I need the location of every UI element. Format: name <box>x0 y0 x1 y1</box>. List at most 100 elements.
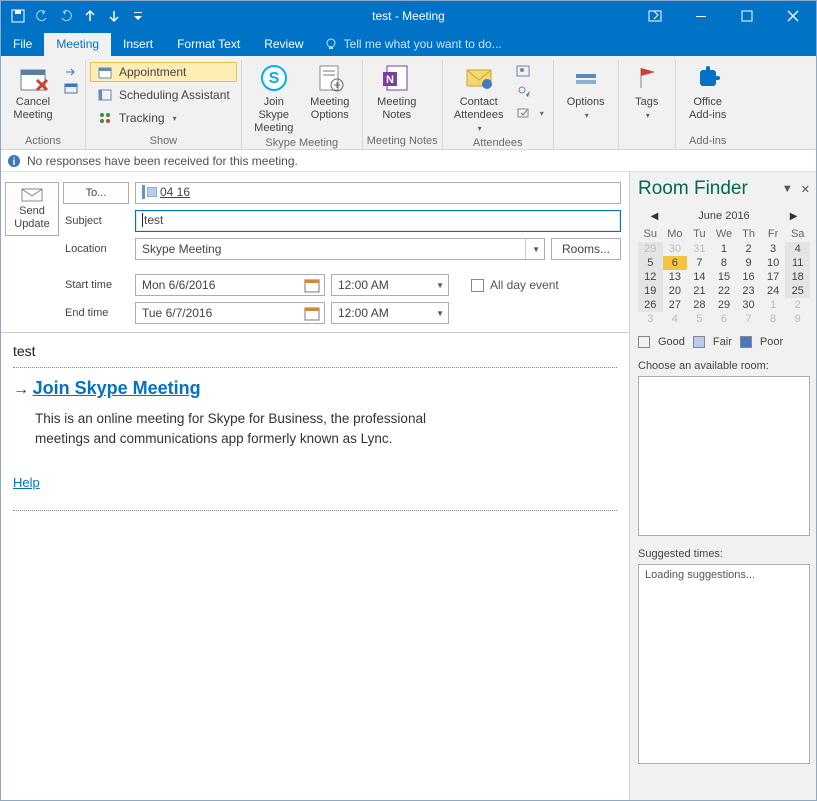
help-link[interactable]: Help <box>13 475 40 490</box>
calendar-day[interactable]: 6 <box>663 256 688 270</box>
calendar-day[interactable]: 3 <box>638 312 663 326</box>
tracking-button[interactable]: Tracking ▾ <box>90 108 237 128</box>
options-button[interactable]: Options ▾ <box>558 60 614 122</box>
next-month-icon[interactable]: ▶ <box>790 211 798 222</box>
tab-file[interactable]: File <box>1 33 44 56</box>
chevron-down-icon[interactable]: ▼ <box>436 309 444 318</box>
all-day-checkbox[interactable] <box>471 279 484 292</box>
calendar-day[interactable]: 21 <box>687 284 712 298</box>
calendar-day[interactable]: 12 <box>638 270 663 284</box>
calendar-day[interactable]: 19 <box>638 284 663 298</box>
calendar-day[interactable]: 30 <box>663 242 688 256</box>
calendar-day[interactable]: 9 <box>736 256 761 270</box>
maximize-icon[interactable] <box>724 1 770 30</box>
calendar-day[interactable]: 8 <box>712 256 737 270</box>
calendar-day[interactable]: 16 <box>736 270 761 284</box>
calendar-day[interactable]: 4 <box>785 242 810 256</box>
calendar-day[interactable]: 15 <box>712 270 737 284</box>
calendar-day[interactable]: 10 <box>761 256 786 270</box>
close-pane-icon[interactable]: ✕ <box>801 183 810 196</box>
calendar-day[interactable]: 4 <box>663 312 688 326</box>
calendar-day[interactable]: 29 <box>712 298 737 312</box>
calendar-day[interactable]: 3 <box>761 242 786 256</box>
scheduling-assistant-button[interactable]: Scheduling Assistant <box>90 85 237 105</box>
send-update-button[interactable]: Send Update <box>5 182 59 236</box>
tab-insert[interactable]: Insert <box>111 33 165 56</box>
save-icon[interactable] <box>7 5 29 27</box>
calendar-small-icon[interactable] <box>61 80 81 96</box>
calendar-day[interactable]: 2 <box>736 242 761 256</box>
calendar-day[interactable]: 27 <box>663 298 688 312</box>
calendar-day[interactable]: 13 <box>663 270 688 284</box>
tab-meeting[interactable]: Meeting <box>44 33 111 56</box>
response-options-icon[interactable]: ▾ <box>511 104 549 122</box>
calendar-day[interactable]: 30 <box>736 298 761 312</box>
office-addins-button[interactable]: Office Add-ins <box>680 60 736 122</box>
calendar-day[interactable]: 22 <box>712 284 737 298</box>
calendar-day[interactable]: 8 <box>761 312 786 326</box>
calendar-day[interactable]: 25 <box>785 284 810 298</box>
calendar-day[interactable]: 28 <box>687 298 712 312</box>
available-rooms-list[interactable] <box>638 376 810 536</box>
calendar-day[interactable]: 11 <box>785 256 810 270</box>
calendar-day[interactable]: 24 <box>761 284 786 298</box>
calendar-day[interactable]: 14 <box>687 270 712 284</box>
forward-icon[interactable] <box>61 64 81 80</box>
chevron-down-icon[interactable]: ▼ <box>436 281 444 290</box>
meeting-options-button[interactable]: Meeting Options <box>302 60 358 122</box>
join-skype-link[interactable]: Join Skype Meeting <box>33 378 201 399</box>
calendar-day[interactable]: 7 <box>736 312 761 326</box>
chevron-down-icon[interactable]: ▼ <box>525 239 540 259</box>
address-book-icon[interactable] <box>511 62 549 80</box>
calendar-day[interactable]: 5 <box>638 256 663 270</box>
close-icon[interactable] <box>770 1 816 30</box>
meeting-notes-button[interactable]: N Meeting Notes <box>367 60 427 122</box>
check-names-icon[interactable] <box>511 83 549 101</box>
tell-me-search[interactable]: Tell me what you want to do... <box>316 33 510 56</box>
mini-calendar[interactable]: SuMoTuWeThFrSa 2930311234567891011121314… <box>638 226 810 326</box>
calendar-day[interactable]: 23 <box>736 284 761 298</box>
calendar-day[interactable]: 1 <box>761 298 786 312</box>
start-date-field[interactable]: Mon 6/6/2016 <box>135 274 325 296</box>
tags-button[interactable]: Tags ▾ <box>623 60 671 122</box>
prev-month-icon[interactable]: ◀ <box>651 211 659 222</box>
calendar-day[interactable]: 2 <box>785 298 810 312</box>
start-time-field[interactable]: 12:00 AM ▼ <box>331 274 449 296</box>
calendar-day[interactable]: 29 <box>638 242 663 256</box>
suggested-times-list[interactable]: Loading suggestions... <box>638 564 810 764</box>
location-field[interactable]: Skype Meeting ▼ <box>135 238 545 260</box>
minimize-icon[interactable] <box>678 1 724 30</box>
cancel-meeting-button[interactable]: Cancel Meeting <box>5 60 61 122</box>
rooms-button[interactable]: Rooms... <box>551 238 621 260</box>
undo-icon[interactable] <box>31 5 53 27</box>
tab-format-text[interactable]: Format Text <box>165 33 252 56</box>
calendar-day[interactable]: 1 <box>712 242 737 256</box>
calendar-day[interactable]: 5 <box>687 312 712 326</box>
end-time-field[interactable]: 12:00 AM ▼ <box>331 302 449 324</box>
recipient-chip[interactable]: 04 16 <box>142 185 190 199</box>
subject-field[interactable]: test <box>135 210 621 232</box>
contact-attendees-button[interactable]: Contact Attendees▾ <box>447 60 511 135</box>
to-button[interactable]: To... <box>63 182 129 204</box>
calendar-day[interactable]: 20 <box>663 284 688 298</box>
to-field[interactable]: 04 16 <box>135 182 621 204</box>
calendar-day[interactable]: 26 <box>638 298 663 312</box>
meeting-body[interactable]: test → Join Skype Meeting This is an onl… <box>1 333 629 800</box>
calendar-day[interactable]: 6 <box>712 312 737 326</box>
redo-icon[interactable] <box>55 5 77 27</box>
calendar-icon[interactable] <box>304 305 320 321</box>
appointment-button[interactable]: Appointment <box>90 62 237 82</box>
tab-review[interactable]: Review <box>252 33 315 56</box>
calendar-day[interactable]: 17 <box>761 270 786 284</box>
calendar-day[interactable]: 9 <box>785 312 810 326</box>
ribbon-display-options-icon[interactable] <box>632 1 678 30</box>
calendar-icon[interactable] <box>304 277 320 293</box>
next-item-icon[interactable] <box>103 5 125 27</box>
calendar-day[interactable]: 7 <box>687 256 712 270</box>
calendar-day[interactable]: 18 <box>785 270 810 284</box>
end-date-field[interactable]: Tue 6/7/2016 <box>135 302 325 324</box>
join-skype-button[interactable]: S Join Skype Meeting <box>246 60 302 135</box>
calendar-day[interactable]: 31 <box>687 242 712 256</box>
pane-options-icon[interactable]: ▼ <box>782 183 793 196</box>
prev-item-icon[interactable] <box>79 5 101 27</box>
